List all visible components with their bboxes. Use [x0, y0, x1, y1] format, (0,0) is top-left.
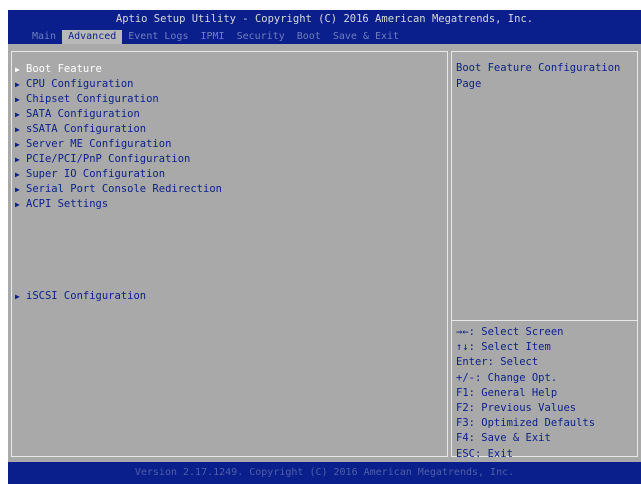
key-hint: F1: General Help [456, 386, 558, 399]
tab-ipmi[interactable]: IPMI [194, 30, 230, 44]
menu-item-label: Server ME Configuration [26, 138, 172, 150]
help-divider [452, 320, 637, 321]
menu-bar: Main Advanced Event Logs IPMI Security B… [8, 28, 641, 44]
key-hint: ESC: Exit [456, 447, 513, 460]
submenu-arrow-icon: ▶ [15, 185, 20, 194]
main-area: ▶ Boot Feature ▶ CPU Configuration ▶ Chipse… [8, 44, 641, 462]
menu-item-ssata-configuration[interactable]: ▶ sSATA Configuration [15, 122, 146, 136]
menu-item-label: ACPI Settings [26, 198, 109, 210]
tab-event-logs[interactable]: Event Logs [122, 30, 194, 44]
menu-item-label: Super IO Configuration [26, 168, 166, 180]
submenu-arrow-icon: ▶ [15, 170, 20, 179]
submenu-arrow-icon: ▶ [15, 155, 20, 164]
menu-item-label: CPU Configuration [26, 78, 134, 90]
menu-item-label: iSCSI Configuration [26, 290, 147, 302]
help-line: Boot Feature Configuration [456, 62, 621, 74]
key-hint: →←: Select Screen [456, 326, 564, 338]
menu-item-label: Chipset Configuration [26, 93, 159, 105]
submenu-arrow-icon: ▶ [15, 80, 20, 89]
menu-item-label: SATA Configuration [26, 108, 140, 120]
submenu-arrow-icon: ▶ [15, 125, 20, 134]
key-hint: Enter: Select [456, 356, 539, 369]
tab-advanced[interactable]: Advanced [62, 30, 123, 44]
help-panel: Boot Feature Configuration Page →←: Sele… [451, 51, 638, 460]
menu-item-sata-configuration[interactable]: ▶ SATA Configuration [15, 107, 140, 121]
menu-item-server-me-configuration[interactable]: ▶ Server ME Configuration [15, 137, 171, 151]
key-hint: F2: Previous Values [456, 401, 577, 414]
menu-item-iscsi-configuration[interactable]: ▶ iSCSI Configuration [15, 289, 146, 303]
submenu-arrow-icon: ▶ [15, 65, 20, 74]
submenu-arrow-icon: ▶ [15, 200, 20, 209]
menu-item-serial-port-console-redirection[interactable]: ▶ Serial Port Console Redirection [15, 182, 222, 196]
tab-save-exit[interactable]: Save & Exit [327, 30, 405, 44]
tab-security[interactable]: Security [231, 30, 291, 44]
menu-item-label: Boot Feature [26, 63, 102, 75]
settings-list-panel: ▶ Boot Feature ▶ CPU Configuration ▶ Chipse… [11, 51, 448, 457]
menu-item-label: PCIe/PCI/PnP Configuration [26, 153, 191, 165]
key-hint: F4: Save & Exit [456, 432, 551, 445]
menu-item-super-io-configuration[interactable]: ▶ Super IO Configuration [15, 167, 165, 181]
menu-item-acpi-settings[interactable]: ▶ ACPI Settings [15, 197, 108, 211]
title-bar: Aptio Setup Utility - Copyright (C) 2016… [8, 10, 641, 28]
key-hint: ↑↓: Select Item [456, 341, 551, 354]
tab-main[interactable]: Main [26, 30, 62, 44]
submenu-arrow-icon: ▶ [15, 110, 20, 119]
menu-item-label: Serial Port Console Redirection [26, 183, 222, 195]
submenu-arrow-icon: ▶ [15, 95, 20, 104]
menu-item-cpu-configuration[interactable]: ▶ CPU Configuration [15, 77, 133, 91]
item-help-text: Boot Feature Configuration Page [456, 60, 634, 92]
key-hint: F3: Optimized Defaults [456, 417, 596, 430]
submenu-arrow-icon: ▶ [15, 140, 20, 149]
key-legend: →←: Select Screen ↑↓: Select Item Enter:… [456, 325, 636, 462]
menu-item-pcie-pci-pnp-configuration[interactable]: ▶ PCIe/PCI/PnP Configuration [15, 152, 190, 166]
bios-screen: Aptio Setup Utility - Copyright (C) 2016… [0, 0, 641, 484]
key-hint: +/-: Change Opt. [456, 371, 558, 384]
help-line: Page [456, 78, 482, 90]
menu-item-chipset-configuration[interactable]: ▶ Chipset Configuration [15, 92, 159, 106]
menu-item-label: sSATA Configuration [26, 123, 147, 135]
submenu-arrow-icon: ▶ [15, 292, 20, 301]
menu-item-boot-feature[interactable]: ▶ Boot Feature [15, 62, 102, 76]
version-footer: Version 2.17.1249. Copyright (C) 2016 Am… [8, 462, 641, 484]
tab-boot[interactable]: Boot [291, 30, 327, 44]
